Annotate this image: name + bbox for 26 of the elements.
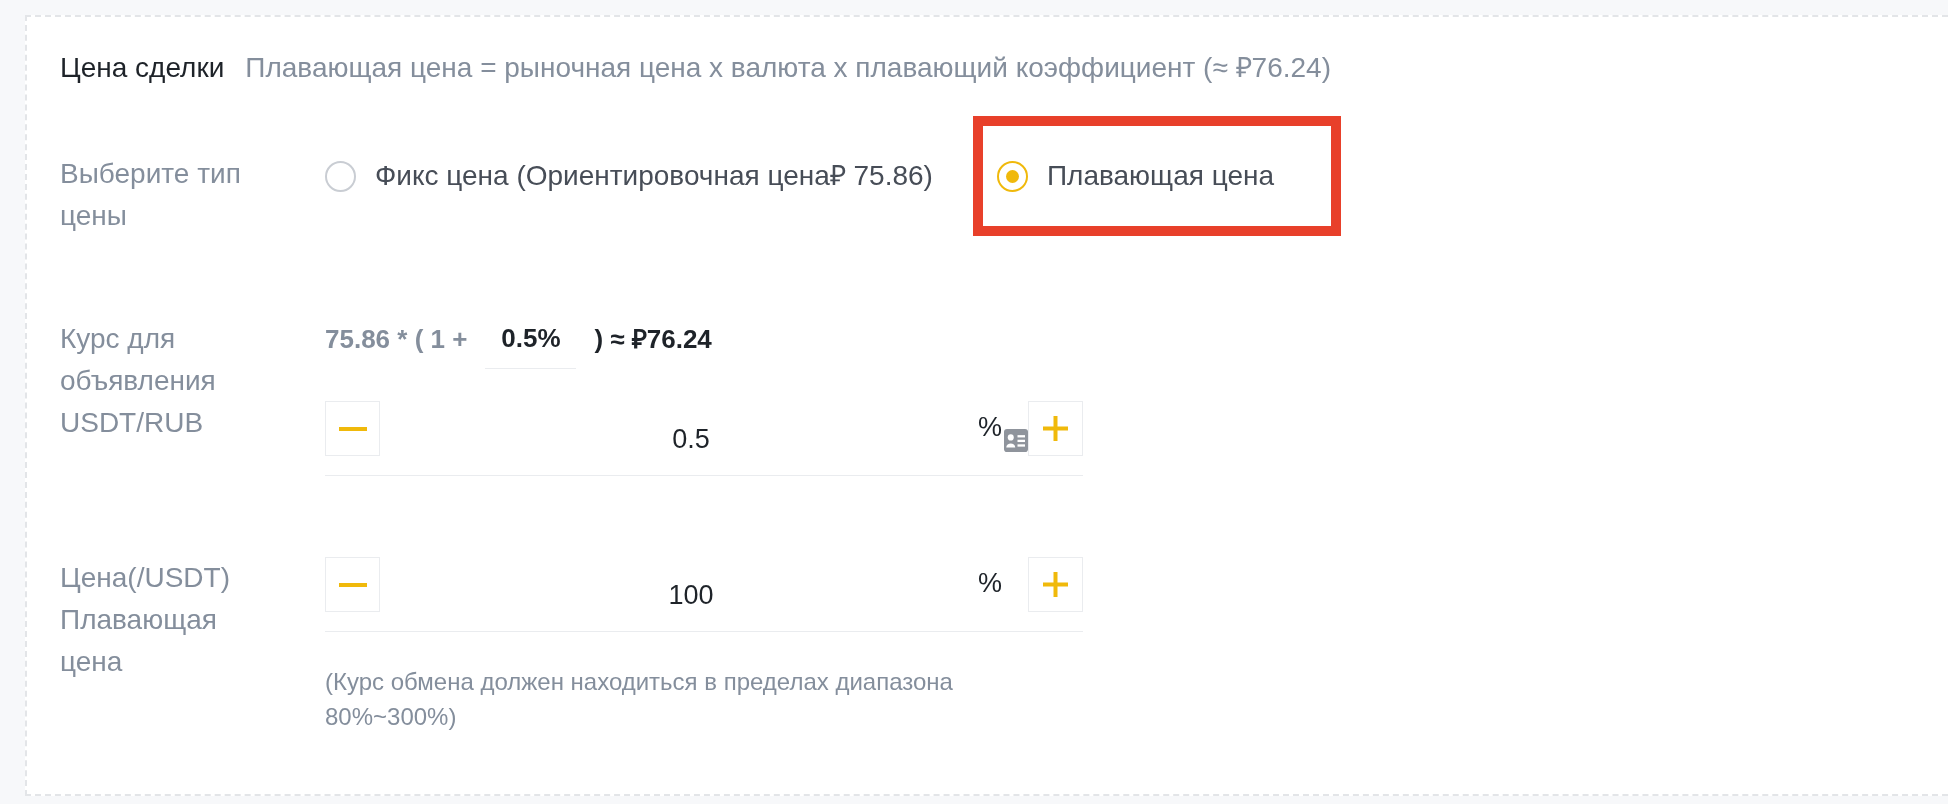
- formula-note: Плавающая цена = рыночная цена х валюта х плавающий коэффициент (≈ ₽76.24): [245, 51, 1331, 85]
- plus-icon: [1043, 416, 1068, 441]
- decrease-button[interactable]: [325, 557, 380, 612]
- increase-button[interactable]: [1028, 401, 1083, 456]
- contact-card-icon[interactable]: [1004, 429, 1028, 452]
- field-label: Выберите тип цены: [60, 157, 242, 233]
- plus-icon: [1043, 572, 1068, 597]
- percent-input[interactable]: 100: [380, 557, 978, 612]
- radio-option[interactable]: Плавающая цена: [996, 155, 1274, 197]
- field-label: Курс для объявления USDT/RUB: [60, 322, 217, 440]
- unit-label: %: [978, 411, 1002, 444]
- formula-result: ) ≈ ₽76.24: [594, 323, 712, 356]
- radio-button[interactable]: [325, 160, 356, 192]
- radio-option[interactable]: Фикс цена (Ориентировочная цена₽ 75.86): [325, 155, 933, 197]
- radio-button[interactable]: [996, 160, 1028, 192]
- hint-text: (Курс обмена должен находиться в пределах диапазона 80%~300%): [325, 667, 954, 732]
- margin-input[interactable]: 0.5%: [485, 318, 577, 369]
- decrease-button[interactable]: [325, 401, 380, 456]
- minus-icon: [338, 426, 367, 431]
- increase-button[interactable]: [1028, 557, 1083, 612]
- field-label: Цена(/USDT) Плавающая цена: [60, 561, 231, 679]
- percent-input[interactable]: 0.5: [380, 401, 978, 456]
- minus-icon: [338, 582, 367, 587]
- section-title: Цена сделки: [60, 51, 225, 85]
- formula-prefix: 75.86 * ( 1 +: [325, 323, 468, 356]
- unit-label: %: [978, 567, 1002, 600]
